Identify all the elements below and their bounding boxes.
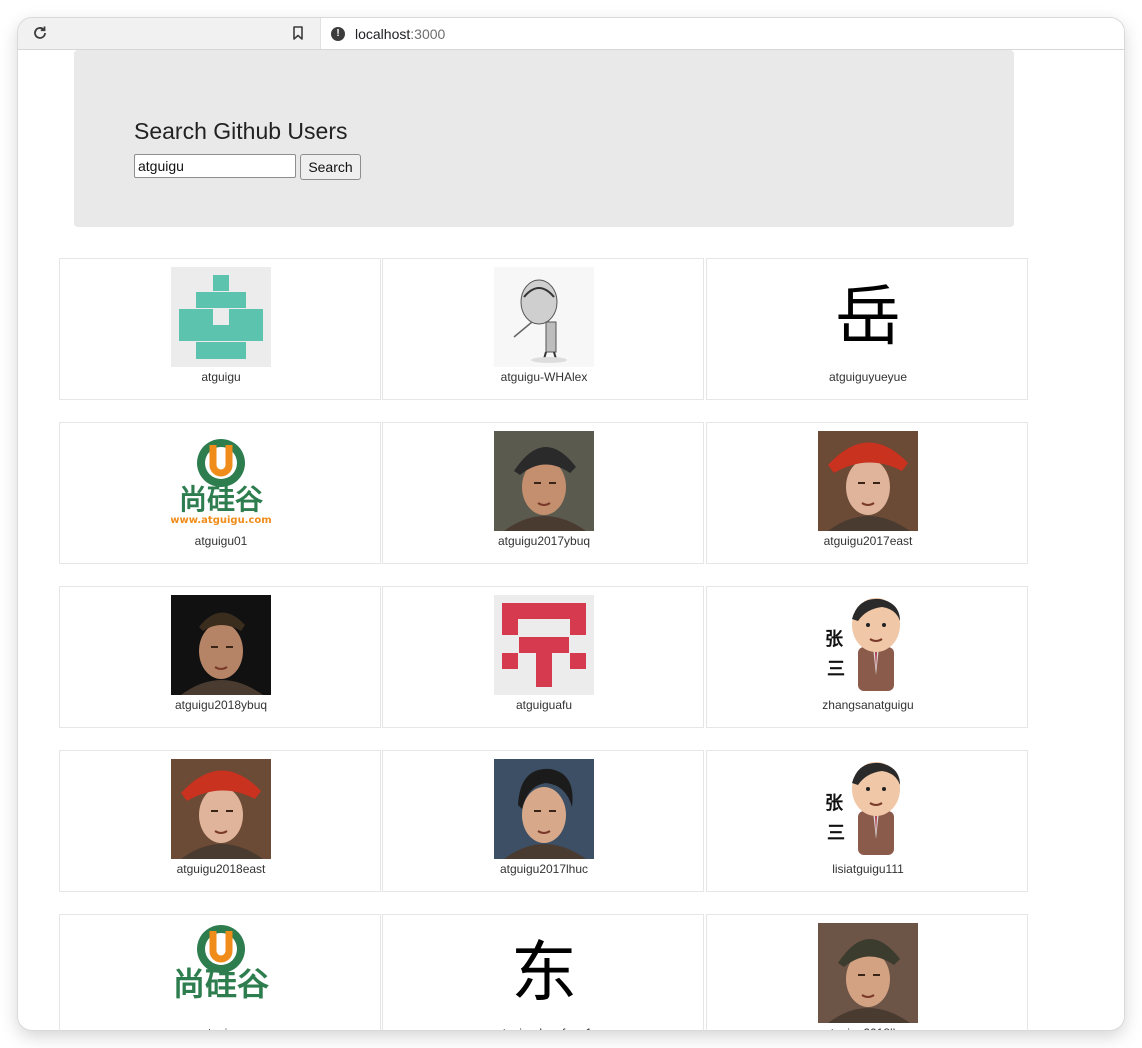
user-login[interactable]: atguiguyueyue [707, 370, 1029, 384]
svg-text:尚硅谷: 尚硅谷 [173, 965, 269, 1003]
user-avatar[interactable]: 尚硅谷 [171, 923, 271, 1023]
page-title: Search Github Users [134, 118, 348, 144]
user-login[interactable]: lisiatguigu111 [707, 862, 1029, 876]
svg-text:www.atguigu.com: www.atguigu.com [171, 515, 271, 526]
page-content: Search Github Users Search atguiguatguig… [18, 50, 1124, 1030]
user-avatar[interactable]: 尚硅谷 www.atguigu.com [171, 431, 271, 531]
user-login[interactable]: atguigu2018lhuc [707, 1026, 1029, 1030]
user-login[interactable]: atguigu2018ybuq [60, 698, 382, 712]
svg-text:张: 张 [825, 629, 844, 650]
user-avatar[interactable] [494, 595, 594, 695]
user-card[interactable]: 张三 lisiatguigu111 [706, 750, 1028, 892]
user-avatar[interactable] [818, 431, 918, 531]
user-card[interactable]: atguigu2017east [706, 422, 1028, 564]
svg-text:尚硅谷: 尚硅谷 [179, 483, 264, 516]
user-avatar[interactable]: 张三 [818, 595, 918, 695]
user-avatar[interactable] [494, 759, 594, 859]
user-card[interactable]: 岳 atguiguyueyue [706, 258, 1028, 400]
user-avatar[interactable] [171, 595, 271, 695]
user-card[interactable]: atguigu2017lhuc [382, 750, 704, 892]
user-login[interactable]: atguigu-WHAlex [383, 370, 705, 384]
svg-text:三: 三 [827, 823, 845, 844]
user-avatar[interactable] [494, 267, 594, 367]
reload-icon[interactable] [31, 24, 49, 42]
user-avatar[interactable] [171, 759, 271, 859]
info-icon[interactable]: ! [331, 26, 345, 41]
svg-text:张: 张 [825, 793, 844, 814]
user-card[interactable]: 东 atguigudongfang1 [382, 914, 704, 1030]
user-login[interactable]: atguigu2018east [60, 862, 382, 876]
user-card[interactable]: 尚硅谷 atguigu [59, 914, 381, 1030]
user-avatar[interactable] [494, 431, 594, 531]
user-avatar[interactable] [171, 267, 271, 367]
user-card[interactable]: atguiguafu [382, 586, 704, 728]
user-avatar[interactable]: 岳 [818, 267, 918, 367]
browser-toolbar: ! localhost:3000 [18, 18, 1124, 50]
bookmark-icon[interactable] [290, 24, 306, 42]
user-login[interactable]: atguigu [60, 370, 382, 384]
url-host: localhost [355, 25, 411, 42]
svg-text:三: 三 [827, 659, 845, 680]
user-login[interactable]: atguigu [60, 1026, 382, 1030]
user-card[interactable]: atguigu2017ybuq [382, 422, 704, 564]
user-login[interactable]: atguigudongfang1 [383, 1026, 705, 1030]
user-card[interactable]: atguigu2018ybuq [59, 586, 381, 728]
user-avatar[interactable] [818, 923, 918, 1023]
search-input[interactable] [134, 154, 296, 178]
svg-text:岳: 岳 [835, 278, 901, 355]
user-login[interactable]: atguiguafu [383, 698, 705, 712]
user-card[interactable]: 尚硅谷 www.atguigu.com atguigu01 [59, 422, 381, 564]
user-card[interactable]: atguigu2018lhuc [706, 914, 1028, 1030]
search-button[interactable]: Search [300, 154, 361, 180]
browser-window: ! localhost:3000 Search Github Users Sea… [18, 18, 1124, 1030]
user-login[interactable]: atguigu2017lhuc [383, 862, 705, 876]
user-login[interactable]: atguigu2017ybuq [383, 534, 705, 548]
svg-text:东: 东 [511, 934, 577, 1011]
user-avatar[interactable]: 张三 [818, 759, 918, 859]
user-login[interactable]: zhangsanatguigu [707, 698, 1029, 712]
search-panel: Search Github Users Search [74, 50, 1014, 227]
user-card[interactable]: atguigu [59, 258, 381, 400]
user-card[interactable]: 张三 zhangsanatguigu [706, 586, 1028, 728]
url-port: :3000 [410, 25, 446, 42]
user-avatar[interactable]: 东 [494, 923, 594, 1023]
user-login[interactable]: atguigu2017east [707, 534, 1029, 548]
user-login[interactable]: atguigu01 [60, 534, 382, 548]
user-card[interactable]: atguigu2018east [59, 750, 381, 892]
address-bar[interactable]: ! localhost:3000 [320, 18, 1124, 49]
user-card[interactable]: atguigu-WHAlex [382, 258, 704, 400]
